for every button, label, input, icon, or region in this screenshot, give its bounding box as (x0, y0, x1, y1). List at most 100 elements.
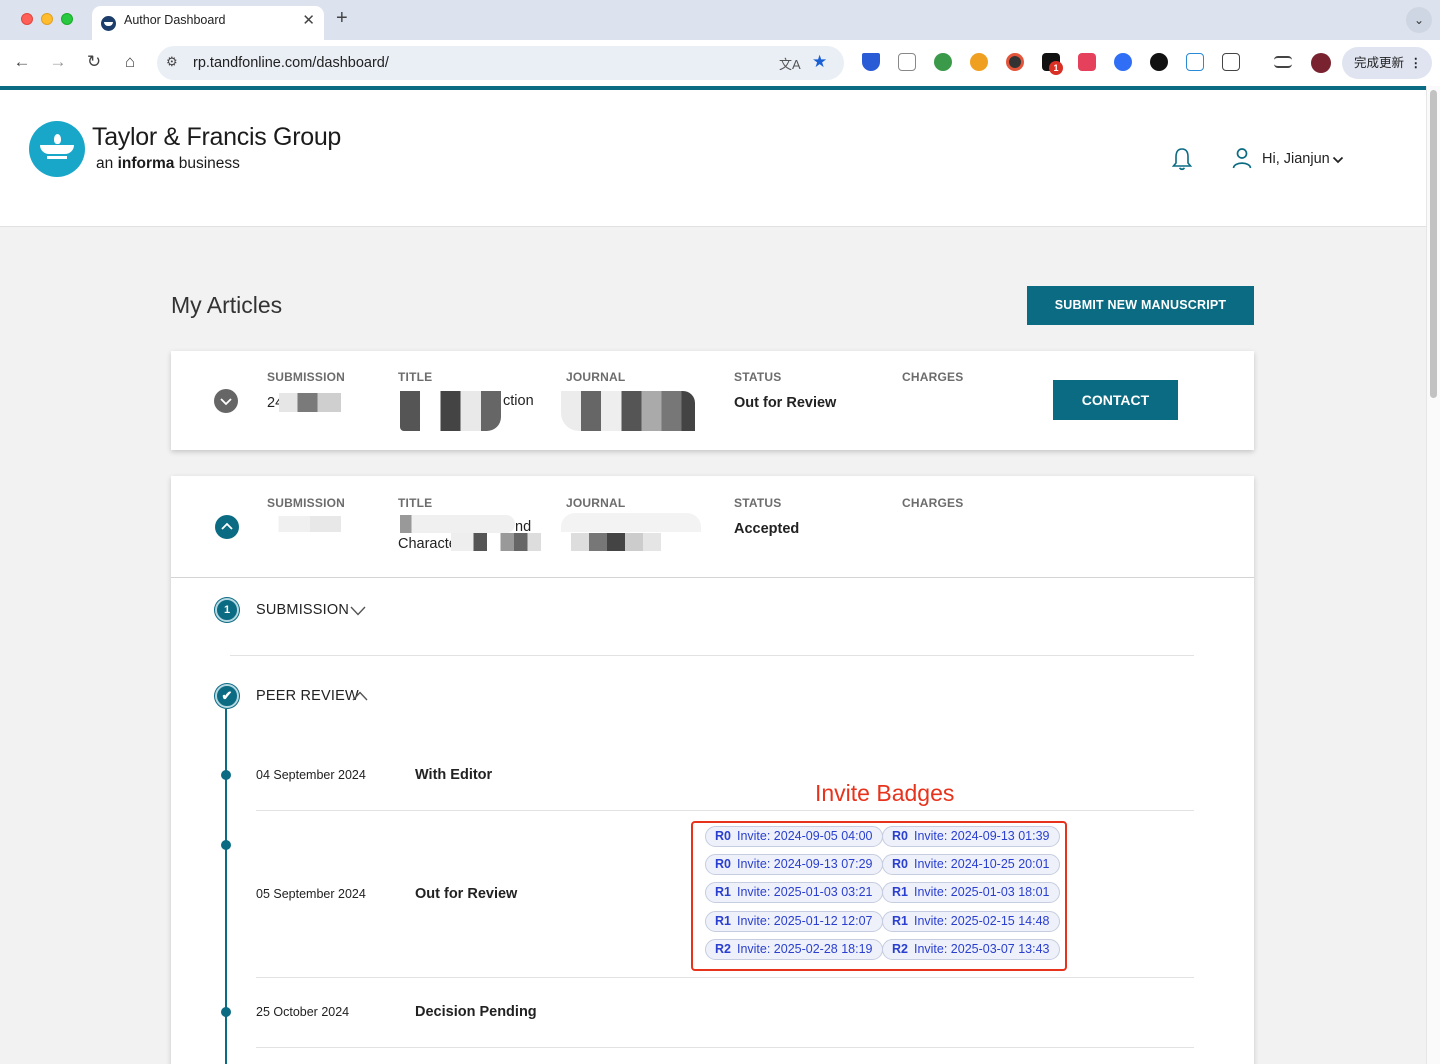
extension-v-icon[interactable] (862, 53, 880, 71)
invite-badge: R1 Invite: 2025-02-15 14:48 (882, 911, 1060, 932)
submit-new-manuscript-button[interactable]: SUBMIT NEW MANUSCRIPT (1027, 286, 1254, 325)
browser-toolbar: ← → ↻ ⌂ ⚙ rp.tandfonline.com/dashboard/ … (0, 40, 1440, 86)
reload-icon[interactable]: ↻ (82, 50, 106, 74)
notification-bell-icon[interactable] (1170, 146, 1194, 172)
logo-lamp (40, 145, 74, 154)
card-divider (171, 577, 1254, 578)
event-status: With Editor (415, 767, 493, 783)
title-column-label: TITLE (398, 370, 433, 384)
badge-text: Invite: 2025-01-03 18:01 (913, 885, 1050, 899)
expand-article-toggle[interactable] (214, 389, 238, 413)
translate-icon[interactable]: 文A (779, 54, 801, 73)
invite-badge: R2 Invite: 2025-03-07 13:43 (882, 939, 1060, 960)
extension-e-icon[interactable] (970, 53, 988, 71)
bookmark-star-icon[interactable]: ★ (812, 52, 827, 72)
event-date: 05 September 2024 (256, 887, 366, 901)
extension-translate-icon[interactable] (1078, 53, 1096, 71)
site-header: Taylor & Francis Group an informa busine… (0, 90, 1426, 227)
logo-title: Taylor & Francis Group (92, 123, 342, 151)
page-title: My Articles (171, 292, 283, 318)
reading-list-icon[interactable] (1274, 56, 1292, 68)
invite-badge: R0 Invite: 2024-09-13 07:29 (705, 854, 883, 875)
badge-text: Invite: 2025-03-07 13:43 (913, 942, 1050, 956)
journal-column-label: JOURNAL (566, 496, 626, 510)
status-column-label: STATUS (734, 370, 782, 384)
badge-round: R2 (892, 942, 908, 956)
charges-column-label: CHARGES (902, 370, 964, 384)
invite-badge: R0 Invite: 2024-09-05 04:00 (705, 826, 883, 847)
browser-tab-bar: Author Dashboard ✕ + ⌄ (0, 0, 1440, 40)
event-date: 04 September 2024 (256, 768, 366, 782)
extension-document-icon[interactable] (898, 53, 916, 71)
badge-round: R0 (892, 857, 908, 871)
chevron-down-icon[interactable] (1332, 156, 1344, 164)
extension-color-icon[interactable] (1006, 53, 1024, 71)
page-scrollbar[interactable] (1426, 86, 1440, 1064)
chevron-up-icon[interactable] (352, 691, 368, 701)
update-button-label: 完成更新 (1354, 56, 1405, 70)
submission-column-label: SUBMISSION (267, 496, 346, 510)
window-minimize-button[interactable] (41, 13, 53, 25)
badge-text: Invite: 2025-01-12 12:07 (736, 914, 873, 928)
close-tab-icon[interactable]: ✕ (302, 11, 315, 29)
invite-badge: R2 Invite: 2025-02-28 18:19 (705, 939, 883, 960)
logo-subtitle: an informa business (96, 155, 240, 173)
article-status: Accepted (734, 521, 800, 537)
logo-sub-prefix: an (96, 155, 118, 172)
step-separator (230, 655, 1194, 656)
event-date: 25 October 2024 (256, 1005, 350, 1019)
taylor-francis-logo-icon[interactable] (29, 121, 85, 177)
article-card-expanded: SUBMISSION TITLE JOURNAL STATUS CHARGES … (171, 476, 1254, 1064)
contact-button[interactable]: CONTACT (1053, 380, 1178, 420)
timeline-dot (221, 840, 231, 850)
window-close-button[interactable] (21, 13, 33, 25)
event-separator (256, 1047, 1194, 1048)
tab-search-menu-button[interactable]: ⌄ (1406, 7, 1432, 33)
tandf-favicon-icon (101, 16, 116, 31)
badge-text: Invite: 2024-09-05 04:00 (736, 829, 873, 843)
more-menu-icon[interactable]: ⋮ (1410, 47, 1423, 79)
extension-k-icon[interactable] (1150, 53, 1168, 71)
redacted-submission-id (279, 393, 341, 412)
profile-avatar[interactable] (1311, 53, 1331, 73)
chevron-down-icon[interactable] (350, 606, 366, 616)
badge-round: R1 (715, 885, 731, 899)
badge-text: Invite: 2025-02-15 14:48 (913, 914, 1050, 928)
step-submission-label[interactable]: SUBMISSION (256, 602, 349, 618)
forward-arrow-icon[interactable]: → (46, 50, 70, 74)
update-button[interactable]: 完成更新 ⋮ (1342, 47, 1432, 79)
charges-column-label: CHARGES (902, 496, 964, 510)
browser-tab-active[interactable]: Author Dashboard ✕ (92, 6, 324, 40)
window-zoom-button[interactable] (61, 13, 73, 25)
redacted-title (400, 391, 501, 431)
extension-blue-icon[interactable] (1114, 53, 1132, 71)
badge-text: Invite: 2025-02-28 18:19 (736, 942, 873, 956)
extension-robot-icon[interactable] (934, 53, 952, 71)
step-number-badge: 1 (215, 598, 239, 622)
journal-column-label: JOURNAL (566, 370, 626, 384)
collapse-article-toggle[interactable] (215, 515, 239, 539)
new-tab-button[interactable]: + (336, 7, 348, 30)
site-settings-icon[interactable]: ⚙ (166, 54, 178, 70)
user-greeting[interactable]: Hi, Jianjun (1262, 151, 1330, 167)
address-bar[interactable]: ⚙ rp.tandfonline.com/dashboard/ 文A ★ (157, 46, 844, 80)
back-arrow-icon[interactable]: ← (10, 50, 34, 74)
extension-badge: 1 (1049, 61, 1063, 75)
extension-sail-icon[interactable] (1186, 53, 1204, 71)
badge-text: Invite: 2024-10-25 20:01 (913, 857, 1050, 871)
url-text[interactable]: rp.tandfonline.com/dashboard/ (193, 55, 389, 71)
badge-round: R0 (892, 829, 908, 843)
scrollbar-thumb[interactable] (1430, 90, 1437, 398)
extensions-puzzle-icon[interactable] (1222, 53, 1240, 71)
logo-sub-suffix: business (174, 155, 240, 172)
redacted-submission-id (263, 516, 341, 532)
event-status: Decision Pending (415, 1004, 537, 1020)
user-icon[interactable] (1231, 147, 1253, 169)
event-separator (256, 810, 1194, 811)
home-icon[interactable]: ⌂ (118, 50, 142, 74)
logo-base (47, 156, 67, 159)
step-peer-review-label[interactable]: PEER REVIEW (256, 688, 359, 704)
logo-sub-brand: informa (117, 155, 175, 172)
status-column-label: STATUS (734, 496, 782, 510)
badge-text: Invite: 2025-01-03 03:21 (736, 885, 873, 899)
